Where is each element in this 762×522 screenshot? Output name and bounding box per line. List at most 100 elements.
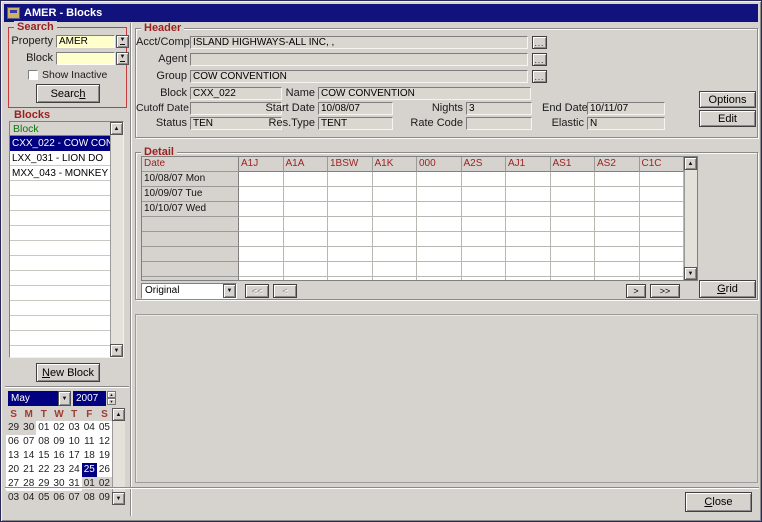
calendar-day[interactable]: 23: [51, 463, 66, 477]
calendar-day[interactable]: 14: [21, 449, 36, 463]
grid-cell[interactable]: [551, 247, 596, 262]
calendar-day[interactable]: 13: [6, 449, 21, 463]
grid-cell[interactable]: [506, 187, 551, 202]
grid-cell[interactable]: [328, 277, 373, 281]
title-bar[interactable]: AMER - Blocks: [4, 4, 758, 22]
grid-cell[interactable]: [506, 217, 551, 232]
calendar-day[interactable]: 29: [6, 421, 21, 435]
year-spinner-up-icon[interactable]: ▲: [107, 391, 116, 398]
calendar-day[interactable]: 06: [51, 491, 66, 505]
grid-cell[interactable]: [373, 187, 418, 202]
list-item[interactable]: MXX_043 - MONKEY SEE: [10, 166, 110, 181]
list-item[interactable]: [10, 196, 110, 211]
property-input[interactable]: [56, 35, 115, 48]
calendar-month-select[interactable]: May: [8, 391, 58, 406]
calendar-day[interactable]: 03: [6, 491, 21, 505]
list-item[interactable]: [10, 271, 110, 286]
grid-cell[interactable]: [417, 247, 462, 262]
grid-cell[interactable]: [284, 187, 329, 202]
acct-comp-field[interactable]: ISLAND HIGHWAYS-ALL INC, ,: [190, 36, 528, 49]
grid-cell[interactable]: [239, 277, 284, 281]
grid-cell[interactable]: [462, 232, 507, 247]
nav-last-button[interactable]: >>: [650, 284, 680, 298]
grid-cell[interactable]: [373, 277, 418, 281]
grid-cell[interactable]: [328, 262, 373, 277]
grid-cell[interactable]: [462, 217, 507, 232]
calendar-day[interactable]: 08: [82, 491, 97, 505]
res-type-field[interactable]: TENT: [318, 117, 393, 130]
grid-cell[interactable]: [462, 187, 507, 202]
grid-cell[interactable]: [595, 247, 640, 262]
calendar-day[interactable]: 05: [36, 491, 51, 505]
grid-cell[interactable]: [239, 232, 284, 247]
month-dropdown-icon[interactable]: ▼: [58, 391, 71, 406]
grid-cell[interactable]: [284, 247, 329, 262]
grid-cell[interactable]: [506, 277, 551, 281]
grid-cell[interactable]: [462, 202, 507, 217]
grid-cell[interactable]: [462, 247, 507, 262]
list-item[interactable]: CXX_022 - COW CONVEN: [10, 136, 110, 151]
grid-cell[interactable]: [239, 247, 284, 262]
calendar-day[interactable]: 04: [21, 491, 36, 505]
grid-cell[interactable]: [417, 232, 462, 247]
calendar-day[interactable]: 09: [97, 491, 112, 505]
list-item[interactable]: [10, 256, 110, 271]
grid-cell[interactable]: [595, 202, 640, 217]
grid-cell[interactable]: [640, 262, 685, 277]
grid-cell[interactable]: [551, 232, 596, 247]
calendar-day[interactable]: 11: [82, 435, 97, 449]
calendar-day[interactable]: 20: [6, 463, 21, 477]
grid-cell[interactable]: [417, 202, 462, 217]
list-item[interactable]: [10, 241, 110, 256]
list-item[interactable]: [10, 331, 110, 346]
grid-cell[interactable]: [284, 172, 329, 187]
grid-cell[interactable]: [239, 217, 284, 232]
grid-cell[interactable]: [328, 232, 373, 247]
options-button[interactable]: Options: [699, 91, 756, 108]
grid-cell[interactable]: [239, 172, 284, 187]
show-inactive-checkbox[interactable]: [28, 70, 38, 80]
list-scroll-down-icon[interactable]: ▼: [110, 344, 123, 357]
list-item[interactable]: [10, 181, 110, 196]
calendar-scroll-down-icon[interactable]: ▼: [112, 492, 125, 505]
grid-cell[interactable]: [239, 262, 284, 277]
grid-cell[interactable]: [284, 277, 329, 281]
grid-cell[interactable]: [640, 187, 685, 202]
block-lov-button[interactable]: ▼: [116, 52, 129, 65]
calendar-day[interactable]: 19: [97, 449, 112, 463]
grid-cell[interactable]: [373, 202, 418, 217]
calendar-day[interactable]: 21: [21, 463, 36, 477]
grid-cell[interactable]: [417, 187, 462, 202]
agent-field[interactable]: [190, 53, 528, 66]
view-selector-dropdown-icon[interactable]: ▼: [223, 284, 236, 298]
elastic-field[interactable]: N: [587, 117, 665, 130]
grid-cell[interactable]: [417, 277, 462, 281]
list-item[interactable]: [10, 316, 110, 331]
calendar-day[interactable]: 09: [51, 435, 66, 449]
grid-cell[interactable]: [595, 187, 640, 202]
calendar-day[interactable]: 04: [82, 421, 97, 435]
acct-comp-lov-button[interactable]: ...: [532, 36, 547, 49]
grid-cell[interactable]: [328, 217, 373, 232]
property-lov-button[interactable]: ▼: [116, 35, 129, 48]
grid-cell[interactable]: [417, 262, 462, 277]
calendar-day[interactable]: 22: [36, 463, 51, 477]
calendar-day[interactable]: 10: [67, 435, 82, 449]
edit-button[interactable]: Edit: [699, 110, 756, 127]
grid-cell[interactable]: [640, 277, 685, 281]
grid-cell[interactable]: [239, 187, 284, 202]
grid-button[interactable]: Grid: [699, 280, 756, 298]
grid-cell[interactable]: [551, 217, 596, 232]
calendar-day[interactable]: 06: [6, 435, 21, 449]
detail-scrollbar[interactable]: [684, 170, 697, 267]
grid-cell[interactable]: [506, 262, 551, 277]
search-button[interactable]: Search: [36, 84, 100, 103]
list-item[interactable]: [10, 286, 110, 301]
grid-cell[interactable]: [551, 277, 596, 281]
grid-cell[interactable]: [640, 232, 685, 247]
calendar-day[interactable]: 12: [97, 435, 112, 449]
calendar-day[interactable]: 08: [36, 435, 51, 449]
grid-cell[interactable]: [640, 217, 685, 232]
detail-scroll-up-icon[interactable]: ▲: [684, 157, 697, 170]
name-field[interactable]: COW CONVENTION: [318, 87, 531, 100]
